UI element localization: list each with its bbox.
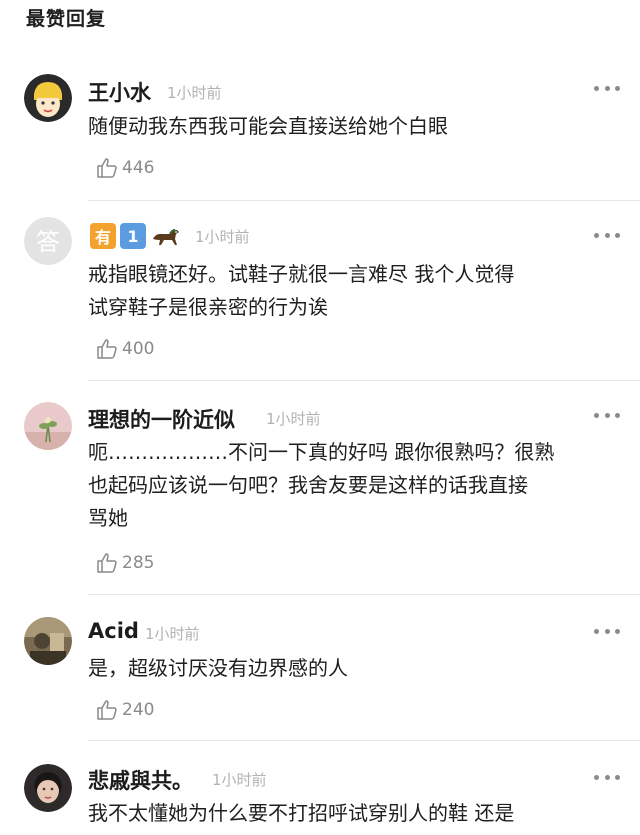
like-count: 285 [122, 553, 155, 573]
timestamp: 1小时前 [145, 625, 200, 643]
username[interactable]: 悲戚與共。 [88, 765, 193, 795]
avatar[interactable]: 答 [24, 217, 72, 265]
like-count: 240 [122, 700, 155, 720]
svg-text:答: 答 [36, 228, 60, 256]
comment-text: 我不太懂她为什么要不打招呼试穿别人的鞋 还是 [88, 797, 628, 830]
more-options-icon[interactable] [594, 84, 620, 92]
timestamp: 1小时前 [212, 771, 267, 789]
comment-text: 随便动我东西我可能会直接送给她个白眼 [88, 110, 628, 143]
thumbs-up-icon [97, 339, 117, 359]
comment-text: 戒指眼镜还好。试鞋子就很一言难尽 我个人觉得 试穿鞋子是很亲密的行为诶 [88, 258, 628, 324]
badge: 有 [90, 223, 116, 249]
more-options-icon[interactable] [594, 627, 620, 635]
more-options-icon[interactable] [594, 231, 620, 239]
username[interactable]: 理想的一阶近似 [88, 404, 235, 434]
comment-line: 试穿鞋子是很亲密的行为诶 [88, 295, 328, 319]
comment-line: 骂她 [88, 506, 128, 530]
like-count: 400 [122, 339, 155, 359]
more-options-icon[interactable] [594, 411, 620, 419]
like-button[interactable]: 400 [95, 337, 154, 361]
comment-line: 我不太懂她为什么要不打招呼试穿别人的鞋 还是 [88, 801, 515, 825]
comment-line: 戒指眼镜还好。试鞋子就很一言难尽 我个人觉得 [88, 262, 515, 286]
avatar[interactable] [24, 74, 72, 122]
like-button[interactable]: 285 [95, 551, 154, 575]
timestamp: 1小时前 [167, 84, 222, 102]
divider [88, 200, 640, 201]
comment-line: 是，超级讨厌没有边界感的人 [88, 656, 348, 680]
comment-line: 也起码应该说一句吧？我舍友要是这样的话我直接 [88, 473, 528, 497]
thumbs-up-icon [97, 553, 117, 573]
avatar[interactable] [24, 402, 72, 450]
thumbs-up-icon [97, 158, 117, 178]
comment-line: 随便动我东西我可能会直接送给她个白眼 [88, 114, 448, 138]
like-button[interactable]: 446 [95, 156, 154, 180]
divider [88, 740, 640, 741]
divider [88, 594, 640, 595]
avatar[interactable] [24, 764, 72, 812]
timestamp: 1小时前 [266, 410, 321, 428]
comment-text: 呃………………不问一下真的好吗 跟你很熟吗？很熟 也起码应该说一句吧？我舍友要是… [88, 436, 628, 535]
username[interactable]: 王小水 [88, 77, 151, 107]
avatar[interactable] [24, 617, 72, 665]
divider [88, 380, 640, 381]
like-button[interactable]: 240 [95, 698, 154, 722]
more-options-icon[interactable] [594, 773, 620, 781]
badge: 1 [120, 223, 146, 249]
username[interactable]: Acid [88, 619, 139, 643]
horse-icon [150, 223, 182, 249]
section-title: 最赞回复 [26, 8, 107, 30]
timestamp: 1小时前 [195, 228, 250, 246]
comment-text: 是，超级讨厌没有边界感的人 [88, 652, 628, 685]
user-badges: 有 1 [90, 223, 182, 249]
like-count: 446 [122, 158, 155, 178]
thumbs-up-icon [97, 700, 117, 720]
comment-line: 呃………………不问一下真的好吗 跟你很熟吗？很熟 [88, 440, 555, 464]
